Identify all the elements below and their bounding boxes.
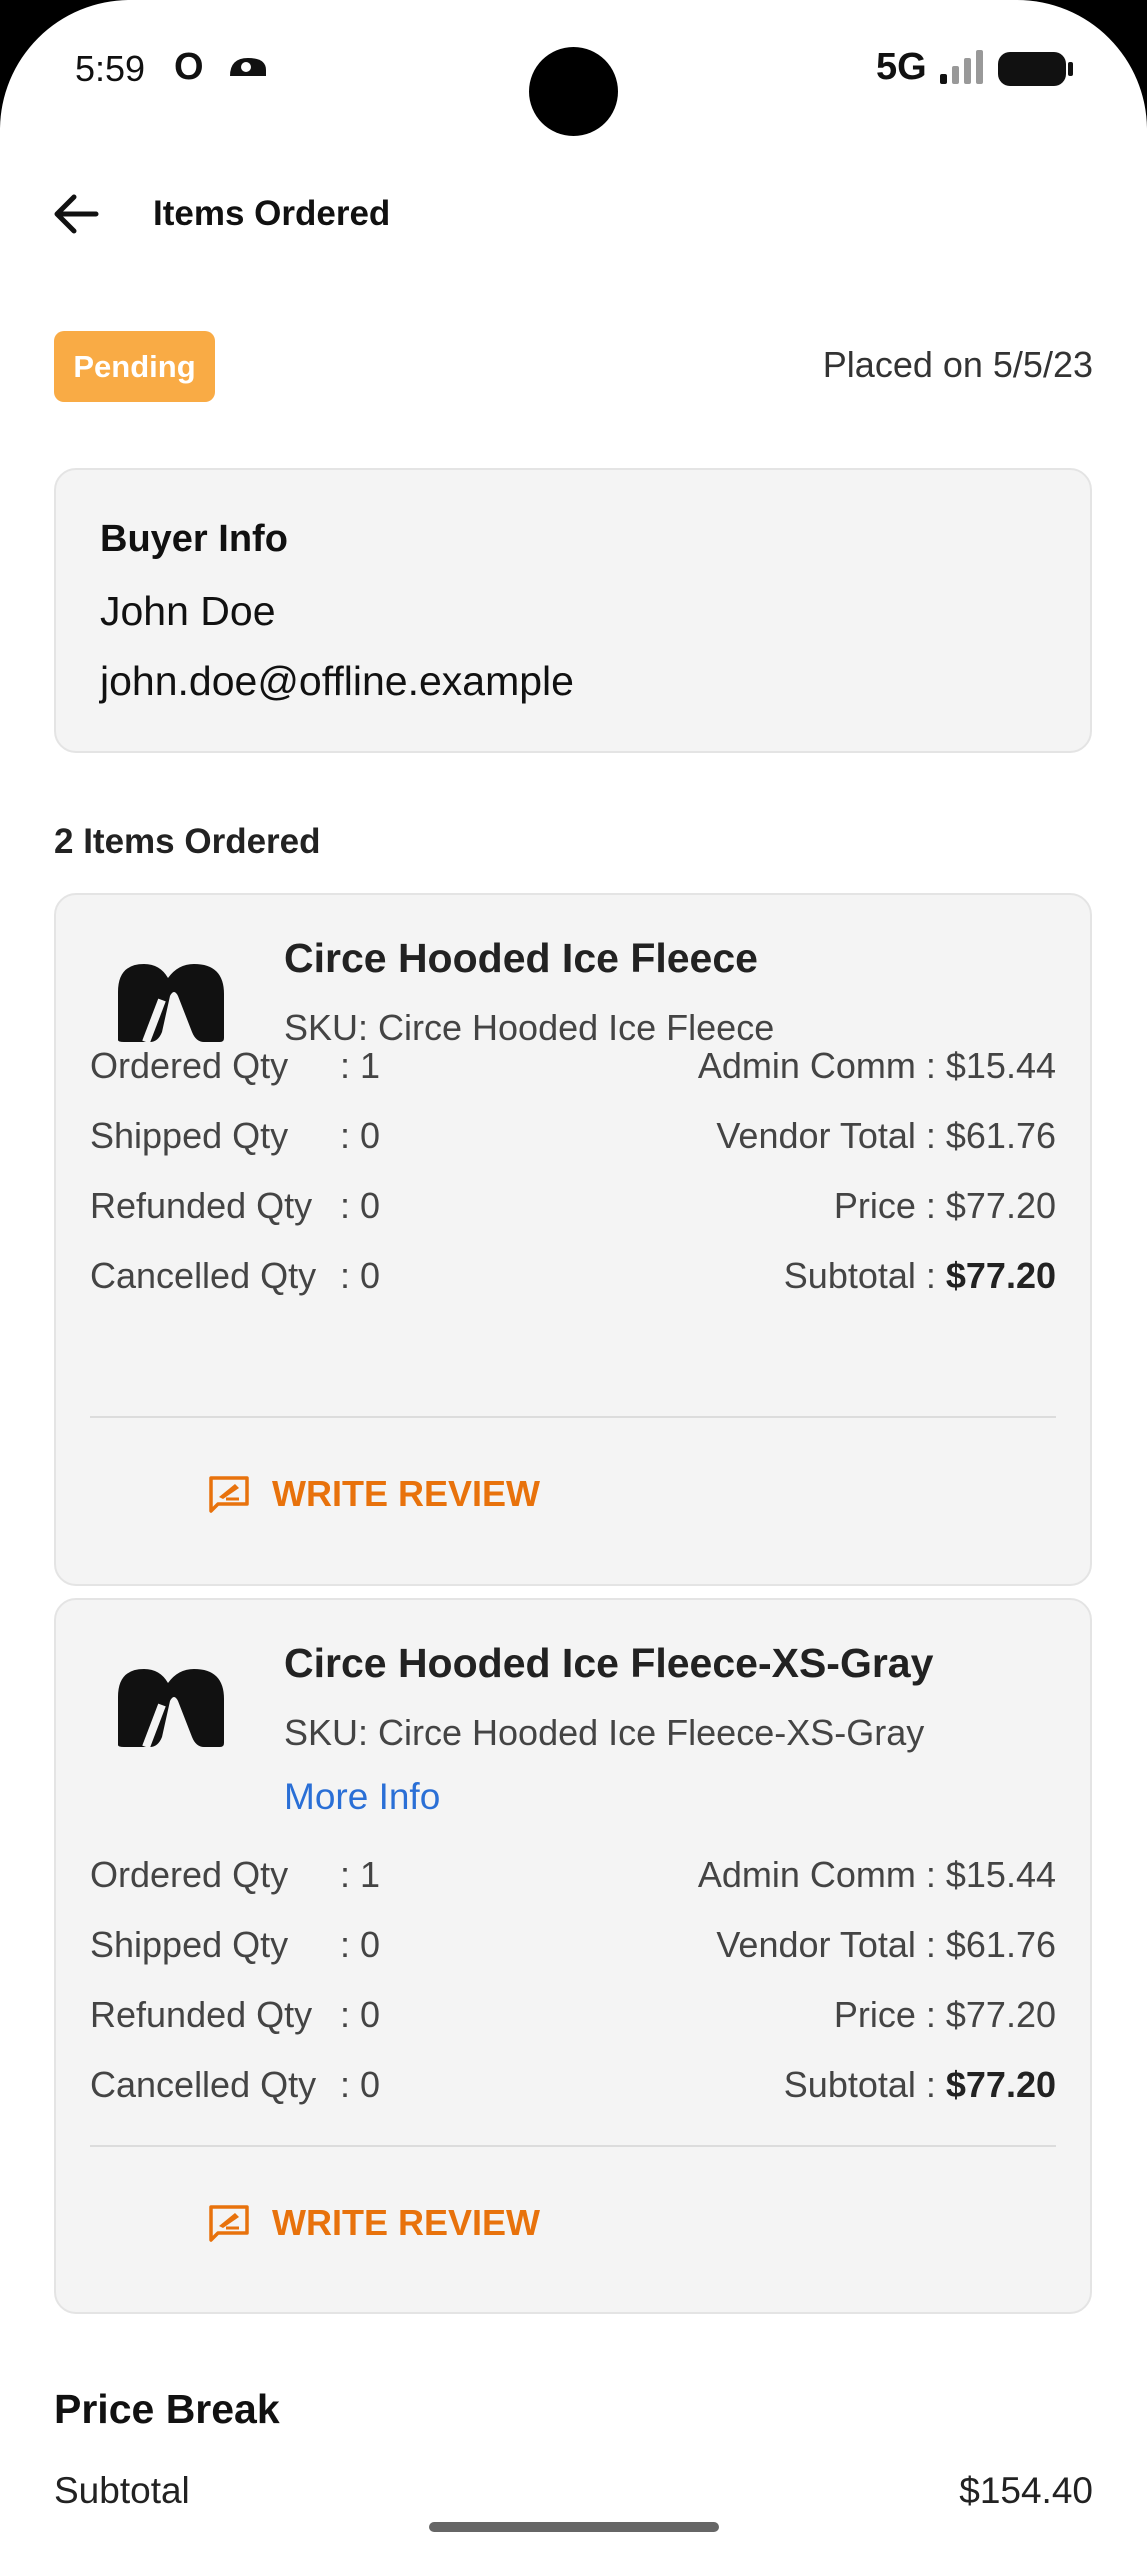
network-type: 5G bbox=[876, 46, 927, 88]
shipped-qty-row: Shipped Qty : 0 bbox=[90, 1115, 380, 1157]
ordered-qty-row: Ordered Qty : 1 bbox=[90, 1854, 380, 1896]
amount-value: $15.44 bbox=[945, 1045, 1056, 1086]
write-review-button[interactable]: WRITE REVIEW bbox=[208, 2202, 540, 2244]
placed-date: Placed on 5/5/23 bbox=[822, 344, 1093, 385]
shipped-qty-row: Shipped Qty : 0 bbox=[90, 1924, 380, 1966]
buyer-email: john.doe@offline.example bbox=[100, 658, 574, 704]
page-title: Items Ordered bbox=[153, 194, 391, 233]
amount-label: Subtotal : bbox=[783, 1255, 946, 1296]
amount-label: Vendor Total : bbox=[716, 1924, 946, 1965]
subtotal-row: Subtotal : $77.20 bbox=[784, 2064, 1056, 2106]
buyer-info-card: Buyer Info John Doe john.doe@offline.exa… bbox=[54, 468, 1092, 753]
qty-label: Refunded Qty bbox=[90, 1185, 313, 1226]
price-row: Price : $77.20 bbox=[834, 1185, 1056, 1227]
rate-review-icon bbox=[209, 2205, 249, 2242]
divider bbox=[90, 2145, 1056, 2147]
amount-value: $15.44 bbox=[945, 1854, 1056, 1895]
amount-label: Vendor Total : bbox=[716, 1115, 946, 1156]
app-screen: 5:59 O 5G Items Ordered Pending Placed o… bbox=[0, 0, 1147, 2560]
qty-label: Shipped Qty bbox=[90, 1924, 289, 1965]
arrow-left-icon[interactable] bbox=[50, 188, 102, 240]
cancelled-qty-row: Cancelled Qty : 0 bbox=[90, 2064, 380, 2106]
vendor-total-row: Vendor Total : $61.76 bbox=[716, 1115, 1056, 1157]
vendor-total-row: Vendor Total : $61.76 bbox=[716, 1924, 1056, 1966]
item-sku: SKU: Circe Hooded Ice Fleece-XS-Gray bbox=[284, 1712, 925, 1753]
price-subtotal-label: Subtotal bbox=[54, 2470, 190, 2511]
signal-icon bbox=[940, 50, 983, 84]
divider bbox=[90, 1416, 1056, 1418]
amount-value: $61.76 bbox=[945, 1924, 1056, 1965]
ordered-qty-row: Ordered Qty : 1 bbox=[90, 1045, 380, 1087]
status-o-glyph: O bbox=[174, 46, 204, 88]
qty-label: Cancelled Qty bbox=[90, 2064, 317, 2105]
product-logo-icon bbox=[118, 964, 224, 1044]
qty-value: : 1 bbox=[340, 1045, 381, 1086]
amount-value: $77.20 bbox=[945, 1185, 1056, 1226]
qty-value: : 0 bbox=[340, 1994, 381, 2035]
battery-icon bbox=[998, 52, 1073, 86]
amount-value: $61.76 bbox=[945, 1115, 1056, 1156]
amount-value: $77.20 bbox=[945, 1994, 1056, 2035]
price-break-title: Price Break bbox=[54, 2386, 280, 2432]
refunded-qty-row: Refunded Qty : 0 bbox=[90, 1185, 380, 1227]
price-subtotal-value: $154.40 bbox=[959, 2470, 1093, 2511]
price-row: Price : $77.20 bbox=[834, 1994, 1056, 2036]
product-logo-icon bbox=[118, 1669, 224, 1749]
qty-value: : 0 bbox=[340, 1924, 381, 1965]
amount-label: Admin Comm : bbox=[697, 1854, 946, 1895]
amount-label: Subtotal : bbox=[783, 2064, 946, 2105]
admin-comm-row: Admin Comm : $15.44 bbox=[698, 1854, 1056, 1896]
item-name: Circe Hooded Ice Fleece-XS-Gray bbox=[284, 1640, 934, 1686]
write-review-button[interactable]: WRITE REVIEW bbox=[208, 1473, 540, 1515]
item-name: Circe Hooded Ice Fleece bbox=[284, 935, 758, 981]
buyer-info-title: Buyer Info bbox=[100, 518, 288, 560]
qty-value: : 1 bbox=[340, 1854, 381, 1895]
qty-label: Cancelled Qty bbox=[90, 1255, 317, 1296]
status-badge: Pending bbox=[54, 331, 215, 402]
refunded-qty-row: Refunded Qty : 0 bbox=[90, 1994, 380, 2036]
qty-label: Ordered Qty bbox=[90, 1045, 289, 1086]
order-item-card: Circe Hooded Ice Fleece SKU: Circe Hoode… bbox=[54, 893, 1092, 1586]
item-sku: SKU: Circe Hooded Ice Fleece bbox=[284, 1007, 775, 1048]
subtotal-row: Subtotal : $77.20 bbox=[784, 1255, 1056, 1297]
cancelled-qty-row: Cancelled Qty : 0 bbox=[90, 1255, 380, 1297]
qty-value: : 0 bbox=[340, 1185, 381, 1226]
amount-value: $77.20 bbox=[945, 2064, 1056, 2105]
qty-value: : 0 bbox=[340, 1115, 381, 1156]
qty-label: Shipped Qty bbox=[90, 1115, 289, 1156]
order-item-card: Circe Hooded Ice Fleece-XS-Gray SKU: Cir… bbox=[54, 1598, 1092, 2314]
more-info-link[interactable]: More Info bbox=[284, 1776, 440, 1818]
qty-label: Refunded Qty bbox=[90, 1994, 313, 2035]
data-saver-icon bbox=[230, 58, 266, 76]
admin-comm-row: Admin Comm : $15.44 bbox=[698, 1045, 1056, 1087]
amount-label: Price : bbox=[833, 1185, 946, 1226]
amount-value: $77.20 bbox=[945, 1255, 1056, 1296]
qty-value: : 0 bbox=[340, 1255, 381, 1296]
items-heading: 2 Items Ordered bbox=[54, 822, 321, 861]
amount-label: Admin Comm : bbox=[697, 1045, 946, 1086]
rate-review-icon bbox=[209, 1476, 249, 1513]
home-indicator[interactable] bbox=[429, 2522, 719, 2532]
qty-value: : 0 bbox=[340, 2064, 381, 2105]
write-review-label: WRITE REVIEW bbox=[272, 1473, 540, 1514]
front-camera bbox=[529, 47, 618, 136]
status-time: 5:59 bbox=[75, 48, 146, 89]
qty-label: Ordered Qty bbox=[90, 1854, 289, 1895]
amount-label: Price : bbox=[833, 1994, 946, 2035]
buyer-name: John Doe bbox=[100, 588, 276, 634]
write-review-label: WRITE REVIEW bbox=[272, 2202, 540, 2243]
